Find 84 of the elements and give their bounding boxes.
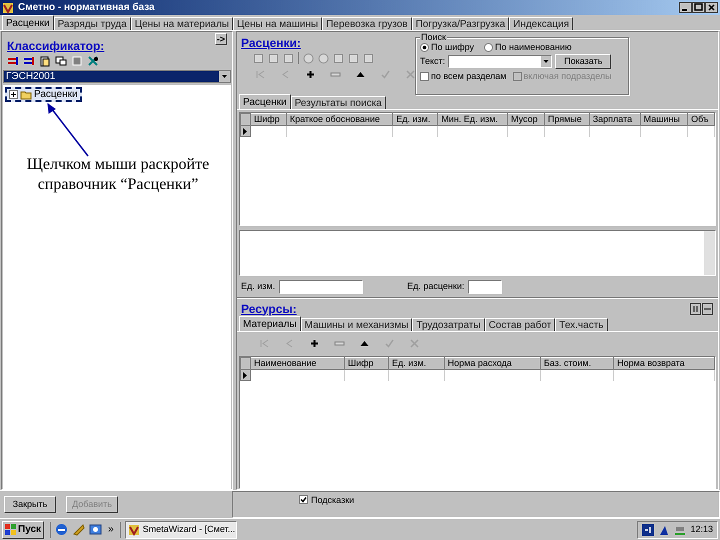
- search-field[interactable]: [448, 55, 552, 68]
- tab[interactable]: Разряды труда: [54, 17, 131, 30]
- close-icon[interactable]: [705, 2, 718, 13]
- circle-icon[interactable]: [318, 52, 329, 64]
- close-button[interactable]: Закрыть: [4, 496, 56, 513]
- tab[interactable]: Перевозка грузов: [322, 17, 412, 30]
- tab[interactable]: Результаты поиска: [290, 96, 386, 109]
- classifier-dropdown[interactable]: ГЭСН2001: [3, 70, 231, 83]
- checkbox-icon[interactable]: [299, 495, 308, 504]
- app-icon: [2, 2, 14, 14]
- square-icon[interactable]: [71, 55, 83, 67]
- tab[interactable]: Погрузка/Разгрузка: [412, 17, 510, 30]
- radio-option[interactable]: По наименованию: [484, 42, 572, 52]
- circle-icon[interactable]: [303, 52, 314, 64]
- classifier-title: Классификатор:: [7, 38, 104, 55]
- field-label: Ед. изм.: [241, 280, 276, 293]
- tab[interactable]: Машины и механизмы: [300, 318, 412, 331]
- field-label: Ед. расценки:: [407, 280, 464, 293]
- tab[interactable]: Материалы: [239, 316, 301, 331]
- folder-icon: [20, 90, 32, 100]
- tab[interactable]: Расценки: [239, 94, 291, 109]
- checkbox-option[interactable]: по всем разделам: [420, 71, 506, 81]
- column-header[interactable]: Зарплата: [589, 114, 640, 126]
- sort-up-icon[interactable]: [23, 55, 35, 67]
- column-header[interactable]: Мусор: [508, 114, 544, 126]
- tab[interactable]: Расценки: [2, 15, 54, 30]
- minimize-icon[interactable]: [679, 2, 692, 13]
- tab[interactable]: Цены на машины: [233, 17, 322, 30]
- annotation-text: Щелчком мыши раскройте справочник “Расценки”: [26, 155, 210, 195]
- sort-down-icon[interactable]: [7, 55, 19, 67]
- rates-title: Расценки:: [241, 35, 302, 50]
- window-title: Сметно - нормативная база: [18, 1, 156, 15]
- tools-icon[interactable]: [87, 55, 99, 67]
- column-header[interactable]: Машины: [640, 114, 688, 126]
- tab[interactable]: Индексация: [509, 17, 574, 30]
- more-button[interactable]: »: [106, 522, 116, 537]
- paste-icon[interactable]: [39, 55, 51, 67]
- radio-option[interactable]: По шифру: [420, 42, 474, 52]
- column-header[interactable]: Краткое обоснование: [286, 114, 393, 126]
- column-header[interactable]: Шифр: [250, 114, 286, 126]
- input-field[interactable]: [279, 280, 364, 294]
- column-header[interactable]: Баз. стоим.: [540, 358, 614, 370]
- column-header[interactable]: Ед. изм.: [392, 114, 438, 126]
- radio-icon[interactable]: [420, 42, 429, 52]
- show-button[interactable]: Показать: [555, 54, 612, 69]
- start-button[interactable]: Пуск: [2, 520, 44, 538]
- triangle-icon[interactable]: [658, 524, 670, 536]
- radio-icon[interactable]: [484, 42, 494, 52]
- hints-label: Подсказки: [311, 495, 354, 505]
- text-label: Текст:: [420, 54, 446, 68]
- expand-icon[interactable]: [9, 90, 18, 99]
- column-header[interactable]: Шифр: [344, 358, 389, 370]
- column-header[interactable]: Норма возврата: [614, 358, 714, 370]
- resources-title: Ресурсы:: [241, 300, 297, 318]
- windows-icon: [5, 524, 16, 535]
- tab[interactable]: Цены на материалы: [130, 17, 233, 30]
- plus-icon[interactable]: [305, 68, 316, 80]
- checkbox-icon[interactable]: [420, 72, 429, 80]
- tab[interactable]: Трудозатраты: [412, 318, 485, 331]
- plus-icon[interactable]: [309, 338, 320, 348]
- app-icon: [128, 524, 140, 536]
- taskbar-button[interactable]: SmetaWizard - [Смет...: [124, 520, 237, 538]
- column-header[interactable]: Ед. изм.: [388, 358, 444, 370]
- column-header[interactable]: Наименование: [250, 358, 344, 370]
- tree-item[interactable]: Расценки: [5, 87, 82, 102]
- maximize-icon[interactable]: [692, 2, 705, 13]
- column-header[interactable]: Прямые: [544, 114, 590, 126]
- clock: 12:13: [690, 522, 713, 536]
- column-header[interactable]: Объ: [688, 114, 714, 126]
- scrollbar: [704, 231, 715, 275]
- check-icon[interactable]: [380, 68, 391, 80]
- row-pointer-icon: [241, 370, 249, 380]
- column-header[interactable]: Мин. Ед. изм.: [438, 114, 508, 126]
- row-pointer-icon: [241, 126, 249, 136]
- cancel-icon[interactable]: [405, 68, 416, 80]
- panel-controls-icon[interactable]: [690, 302, 714, 314]
- collapse-button[interactable]: ->: [214, 33, 227, 45]
- input-field[interactable]: [468, 280, 502, 294]
- tab[interactable]: Состав работ: [484, 318, 556, 331]
- dropdown-value: ГЭСН2001: [5, 71, 56, 82]
- column-header[interactable]: Норма расхода: [444, 358, 540, 370]
- check-icon[interactable]: [384, 338, 395, 348]
- group-title: Поиск: [420, 32, 447, 42]
- tab[interactable]: Тех.часть: [555, 318, 608, 331]
